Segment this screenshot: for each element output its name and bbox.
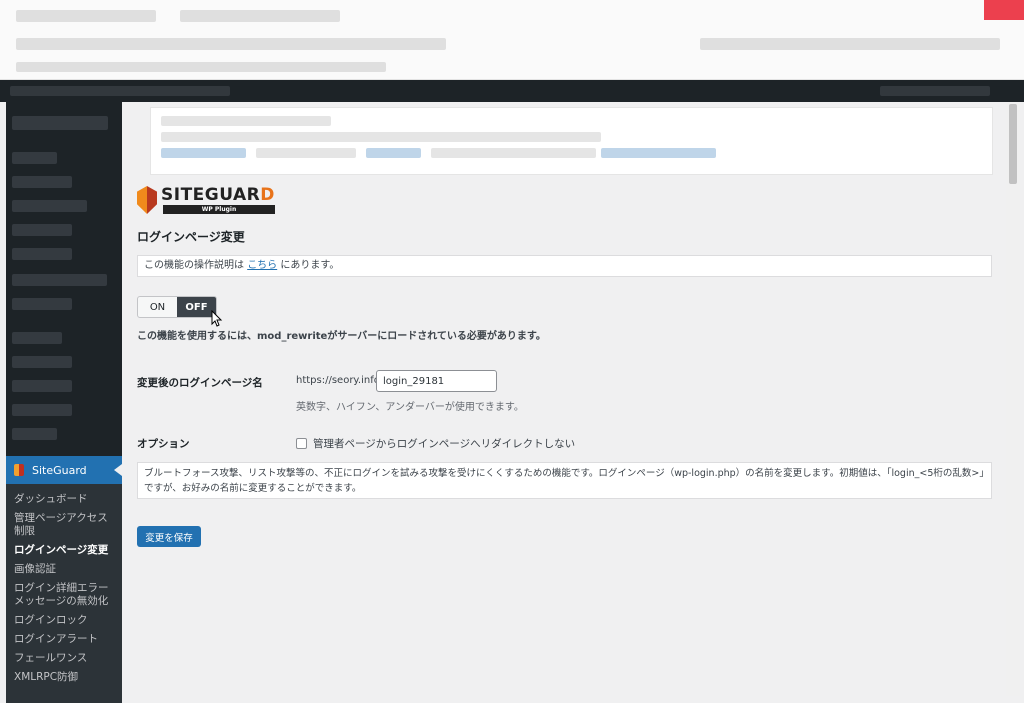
mouse-cursor-icon	[211, 310, 223, 327]
blurred-bookmarks	[16, 62, 386, 72]
help-info-box: この機能の操作説明は こちら にあります。	[137, 255, 992, 277]
submenu-admin-filter[interactable]: 管理ページアクセス制限	[6, 509, 122, 541]
blurred-tab	[180, 10, 340, 22]
blurred-notice-link[interactable]	[601, 148, 716, 158]
page-title: ログインページ変更	[137, 230, 245, 244]
mod-rewrite-note: この機能を使用するには、mod_rewriteがサーバーにロードされている必要が…	[137, 331, 546, 342]
blurred-menu-item[interactable]	[12, 116, 108, 130]
siteguard-submenu: ダッシュボード 管理ページアクセス制限 ログインページ変更 画像認証 ログイン詳…	[6, 484, 122, 703]
blurred-menu-item[interactable]	[12, 356, 72, 368]
logo-wordmark: SITEGUARD	[161, 185, 275, 205]
info-text: にあります。	[277, 260, 340, 271]
submenu-captcha[interactable]: 画像認証	[6, 560, 122, 579]
blurred-menu-item[interactable]	[12, 332, 62, 344]
url-prefix: https://seory.info/	[296, 375, 384, 386]
submenu-login-lock[interactable]: ログインロック	[6, 611, 122, 630]
blurred-notice-text	[161, 116, 331, 126]
blurred-menu-item[interactable]	[12, 404, 72, 416]
redirect-option[interactable]: 管理者ページからログインページへリダイレクトしない	[296, 436, 575, 451]
submenu-fail-once[interactable]: フェールワンス	[6, 649, 122, 668]
login-slug-input[interactable]	[376, 370, 497, 392]
siteguard-icon	[14, 464, 24, 476]
blurred-menu-item[interactable]	[12, 248, 72, 260]
redirect-checkbox-label: 管理者ページからログインページへリダイレクトしない	[313, 438, 576, 450]
blurred-menu-item[interactable]	[12, 152, 57, 164]
slug-label: 変更後のログインページ名	[137, 377, 263, 389]
scrollbar-thumb[interactable]	[1009, 104, 1017, 184]
window-close-button[interactable]	[984, 0, 1024, 20]
submenu-rename-login[interactable]: ログインページ変更	[6, 541, 122, 560]
blurred-notice-link[interactable]	[366, 148, 421, 158]
sidebar-item-label: SiteGuard	[32, 463, 87, 477]
logo-subtitle: WP Plugin	[163, 205, 275, 214]
submenu-dashboard[interactable]: ダッシュボード	[6, 490, 122, 509]
info-text: この機能の操作説明は	[144, 260, 248, 271]
feature-description: ブルートフォース攻撃、リスト攻撃等の、不正にログインを試みる攻撃を受けにくくする…	[137, 462, 992, 499]
blurred-menu-item[interactable]	[12, 298, 72, 310]
page-scrollbar[interactable]	[1006, 102, 1020, 696]
submenu-login-alert[interactable]: ログインアラート	[6, 630, 122, 649]
blurred-tab	[16, 10, 156, 22]
blurred-menu-item[interactable]	[12, 274, 107, 286]
blurred-notice-text	[431, 148, 596, 158]
siteguard-shield-icon	[137, 186, 157, 214]
option-label: オプション	[137, 438, 190, 450]
slug-hint: 英数字、ハイフン、アンダーバーが使用できます。	[296, 402, 524, 413]
blurred-menu-item[interactable]	[12, 380, 72, 392]
admin-bar	[0, 80, 1024, 102]
blurred-menu-item[interactable]	[12, 428, 57, 440]
browser-chrome	[0, 0, 1024, 80]
blurred-admin-bar-items	[10, 86, 230, 96]
sidebar-item-siteguard[interactable]: SiteGuard	[6, 456, 122, 484]
blurred-notice-text	[161, 132, 601, 142]
save-button[interactable]: 変更を保存	[137, 526, 201, 547]
submenu-same-error[interactable]: ログイン詳細エラーメッセージの無効化	[6, 579, 122, 611]
redirect-checkbox[interactable]	[296, 438, 307, 449]
help-link[interactable]: こちら	[247, 260, 277, 271]
feature-toggle: ON OFF	[137, 296, 217, 318]
siteguard-logo: SITEGUARD WP Plugin	[137, 185, 277, 216]
blurred-notice-link[interactable]	[161, 148, 246, 158]
submenu-xmlrpc[interactable]: XMLRPC防御	[6, 668, 122, 687]
admin-sidebar: SiteGuard ダッシュボード 管理ページアクセス制限 ログインページ変更 …	[6, 102, 122, 703]
blurred-extensions	[700, 38, 1000, 50]
blurred-menu-item[interactable]	[12, 224, 72, 236]
blurred-notice-text	[256, 148, 356, 158]
admin-notice	[150, 107, 993, 175]
blurred-menu-item[interactable]	[12, 200, 87, 212]
blurred-address-bar	[16, 38, 446, 50]
blurred-menu-item[interactable]	[12, 176, 72, 188]
toggle-on-button[interactable]: ON	[138, 297, 177, 317]
blurred-account-menu	[880, 86, 990, 96]
